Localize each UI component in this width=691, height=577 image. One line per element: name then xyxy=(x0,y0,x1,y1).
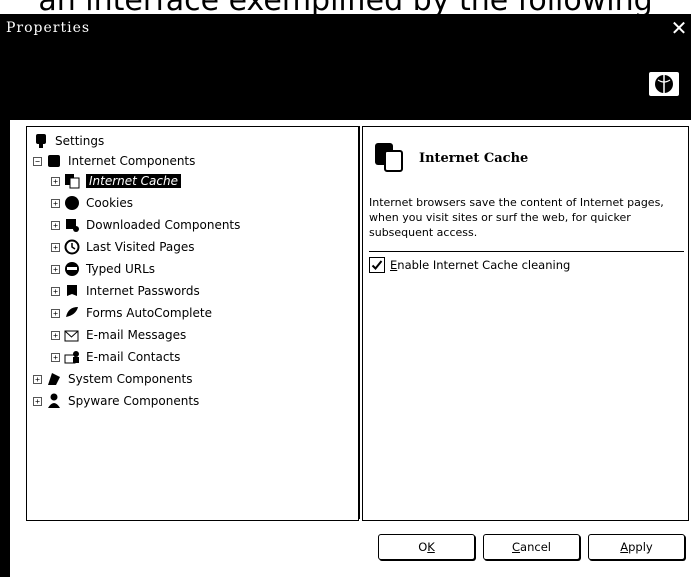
expand-toggle[interactable]: + xyxy=(51,308,60,318)
expand-toggle[interactable]: + xyxy=(51,176,60,186)
settings-tree: Settings − Internet Components + Interne… xyxy=(26,126,359,521)
expand-toggle[interactable]: + xyxy=(51,242,60,252)
expand-toggle[interactable]: + xyxy=(51,286,60,296)
tree-item-label: Cookies xyxy=(86,196,133,210)
tree-group-label: Internet Components xyxy=(68,154,196,168)
title-bar: Properties ✕ xyxy=(0,14,691,42)
enable-cache-cleaning-option[interactable]: Enable Internet Cache cleaning xyxy=(369,257,570,273)
window-title: Properties xyxy=(6,20,91,36)
info-separator xyxy=(369,251,684,252)
tree-item-label: Last Visited Pages xyxy=(86,240,195,254)
header-banner xyxy=(0,42,691,120)
apply-button[interactable]: Apply xyxy=(588,534,685,560)
tree-item-label: E-mail Messages xyxy=(86,328,187,342)
spyware-components-icon xyxy=(46,393,62,409)
tree-item-downloaded-components[interactable]: + Downloaded Components xyxy=(51,215,240,235)
expand-toggle[interactable]: + xyxy=(51,198,60,208)
tree-item-forms-autocomplete[interactable]: + Forms AutoComplete xyxy=(51,303,212,323)
cancel-mnemonic: C xyxy=(512,540,521,554)
expand-toggle[interactable]: + xyxy=(51,264,60,274)
forms-autocomplete-icon xyxy=(64,305,80,321)
info-title: Internet Cache xyxy=(419,151,529,166)
tree-root-label: Settings xyxy=(55,134,105,148)
typed-urls-icon xyxy=(64,261,80,277)
downloaded-components-icon xyxy=(64,217,80,233)
tree-item-last-visited-pages[interactable]: + Last Visited Pages xyxy=(51,237,195,257)
tree-system-label: System Components xyxy=(68,372,193,386)
tree-item-label: Downloaded Components xyxy=(86,218,241,232)
info-panel: Internet Cache Internet browsers save th… xyxy=(362,126,689,521)
expand-toggle[interactable]: + xyxy=(51,220,60,230)
cancel-label: ancel xyxy=(520,540,551,554)
info-description: Internet browsers save the content of In… xyxy=(369,196,664,239)
tree-item-internet-passwords[interactable]: + Internet Passwords xyxy=(51,281,200,301)
expand-toggle[interactable]: + xyxy=(51,352,60,362)
tree-item-label: Internet Passwords xyxy=(86,284,200,298)
expand-toggle[interactable]: + xyxy=(33,396,42,406)
tree-spyware-label: Spyware Components xyxy=(68,394,200,408)
expand-toggle[interactable]: + xyxy=(33,374,42,384)
tree-item-email-contacts[interactable]: + E-mail Contacts xyxy=(51,347,180,367)
ok-button[interactable]: OK xyxy=(378,534,475,560)
last-visited-pages-icon xyxy=(64,239,80,255)
ok-label: O xyxy=(418,540,428,554)
tree-item-label: Forms AutoComplete xyxy=(86,306,212,320)
collapse-toggle[interactable]: − xyxy=(33,156,42,166)
ok-mnemonic: K xyxy=(427,540,435,554)
cancel-button[interactable]: Cancel xyxy=(483,534,580,560)
system-components-icon xyxy=(46,371,62,387)
tree-internet-components[interactable]: − Internet Components xyxy=(33,151,195,171)
label-rest: nable Internet Cache cleaning xyxy=(397,258,571,272)
tree-item-internet-cache[interactable]: + Internet Cache xyxy=(51,171,181,191)
tree-item-email-messages[interactable]: + E-mail Messages xyxy=(51,325,186,345)
close-icon[interactable]: ✕ xyxy=(669,17,689,39)
internet-passwords-icon xyxy=(64,283,80,299)
cookies-icon xyxy=(64,195,80,211)
tree-root[interactable]: Settings xyxy=(33,131,104,151)
internet-cache-large-icon xyxy=(373,141,405,173)
properties-window: Properties ✕ Settings − Internet Compone… xyxy=(0,14,691,577)
app-logo-icon xyxy=(649,72,679,96)
email-messages-icon xyxy=(64,327,80,343)
tree-item-label: Internet Cache xyxy=(86,174,181,188)
tree-spyware-components[interactable]: + Spyware Components xyxy=(33,391,199,411)
tree-system-components[interactable]: + System Components xyxy=(33,369,192,389)
tree-item-typed-urls[interactable]: + Typed URLs xyxy=(51,259,155,279)
apply-label: pply xyxy=(628,540,653,554)
checkmark-icon xyxy=(371,260,383,270)
internet-cache-icon xyxy=(64,173,80,189)
tree-item-label: E-mail Contacts xyxy=(86,350,181,364)
enable-cache-cleaning-checkbox[interactable] xyxy=(369,257,385,273)
tree-item-label: Typed URLs xyxy=(86,262,156,276)
enable-cache-cleaning-label: Enable Internet Cache cleaning xyxy=(390,258,570,272)
panel-divider xyxy=(359,126,360,519)
dialog-body: Settings − Internet Components + Interne… xyxy=(10,120,691,577)
tree-item-cookies[interactable]: + Cookies xyxy=(51,193,133,213)
settings-icon xyxy=(33,133,49,149)
apply-mnemonic: A xyxy=(620,540,629,554)
expand-toggle[interactable]: + xyxy=(51,330,60,340)
internet-components-icon xyxy=(46,153,62,169)
email-contacts-icon xyxy=(64,349,80,365)
